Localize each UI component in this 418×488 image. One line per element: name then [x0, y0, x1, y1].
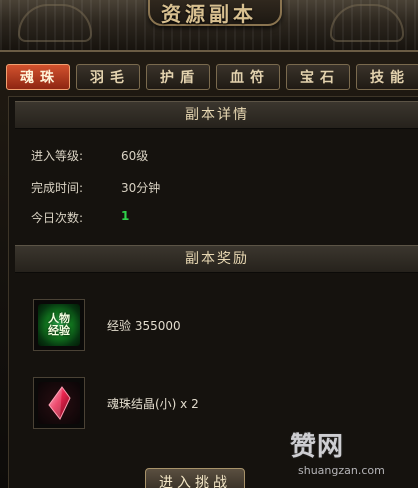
exp-icon-text: 人物经验	[48, 312, 70, 337]
tab-blood-charm[interactable]: 血符	[216, 64, 280, 90]
tab-feather[interactable]: 羽毛	[76, 64, 140, 90]
enter-challenge-button[interactable]: 进入挑战	[145, 468, 245, 488]
resource-dungeon-window: 资源副本 魂珠 羽毛 护盾 血符 宝石 技能 副本详情 进入等级: 60级 完成…	[0, 0, 418, 488]
watermark-logo: 赞网	[290, 432, 345, 462]
window-title: 资源副本	[161, 2, 257, 26]
level-value: 60级	[121, 149, 149, 163]
watermark-url: shuangzan.com	[298, 464, 385, 477]
count-label: 今日次数:	[31, 211, 84, 225]
red-crystal-icon	[38, 382, 80, 424]
exp-reward-text: 经验 355000	[107, 319, 181, 333]
tab-soul-orb[interactable]: 魂珠	[6, 64, 70, 90]
site-watermark: 赞网 shuangzan.com	[290, 426, 418, 486]
tab-bar: 魂珠 羽毛 护盾 血符 宝石 技能	[6, 64, 418, 92]
crystal-reward-slot[interactable]	[33, 377, 85, 429]
exp-reward-slot[interactable]: 人物经验	[33, 299, 85, 351]
count-value: 1	[121, 209, 130, 223]
exp-orb-icon: 人物经验	[38, 304, 80, 346]
crystal-reward-text: 魂珠结晶(小) x 2	[107, 397, 199, 411]
level-label: 进入等级:	[31, 149, 84, 163]
tab-skill[interactable]: 技能	[356, 64, 418, 90]
time-value: 30分钟	[121, 181, 161, 195]
tab-gem[interactable]: 宝石	[286, 64, 350, 90]
tab-shield[interactable]: 护盾	[146, 64, 210, 90]
details-heading: 副本详情	[15, 101, 418, 129]
time-label: 完成时间:	[31, 181, 84, 195]
rewards-heading: 副本奖励	[15, 245, 418, 273]
